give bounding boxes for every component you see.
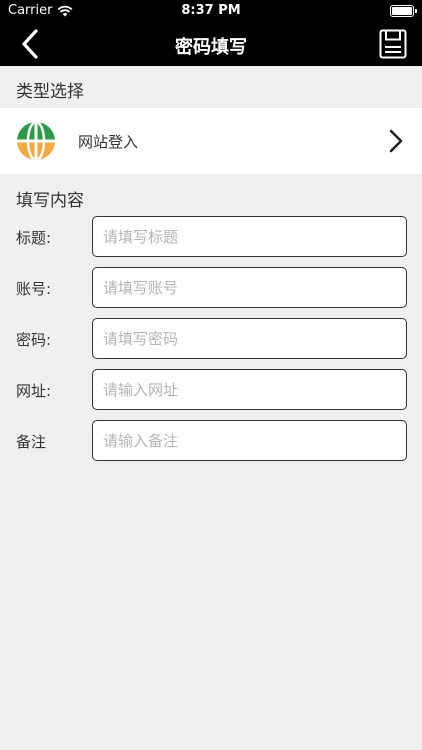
password-field-row: 密码:	[0, 318, 422, 360]
title-label: 标题:	[16, 229, 52, 247]
save-button[interactable]	[376, 27, 410, 61]
password-input[interactable]	[92, 318, 407, 359]
account-input[interactable]	[92, 267, 407, 308]
title-field-row: 标题:	[0, 216, 422, 258]
note-field-row: 备注	[0, 420, 422, 462]
type-section-heading: 类型选择	[16, 82, 84, 102]
selected-type-label: 网站登入	[78, 133, 139, 151]
title-input[interactable]	[92, 216, 407, 257]
url-field-row: 网址:	[0, 369, 422, 411]
account-label: 账号:	[16, 280, 52, 298]
page-title: 密码填写	[175, 37, 247, 58]
save-icon	[379, 29, 407, 59]
note-label: 备注	[16, 433, 47, 451]
status-bar: Carrier 8:37 PM	[0, 0, 422, 22]
status-time: 8:37 PM	[181, 3, 241, 18]
battery-icon	[390, 5, 417, 17]
nav-bar: 密码填写	[0, 22, 422, 66]
account-field-row: 账号:	[0, 267, 422, 309]
type-selector-row[interactable]: 网站登入	[0, 108, 422, 174]
chevron-right-icon	[389, 129, 403, 153]
note-input[interactable]	[92, 420, 407, 461]
password-label: 密码:	[16, 331, 52, 349]
globe-icon	[17, 122, 55, 160]
fill-section-heading: 填写内容	[16, 191, 84, 211]
url-input[interactable]	[92, 369, 407, 410]
url-label: 网址:	[16, 382, 52, 400]
